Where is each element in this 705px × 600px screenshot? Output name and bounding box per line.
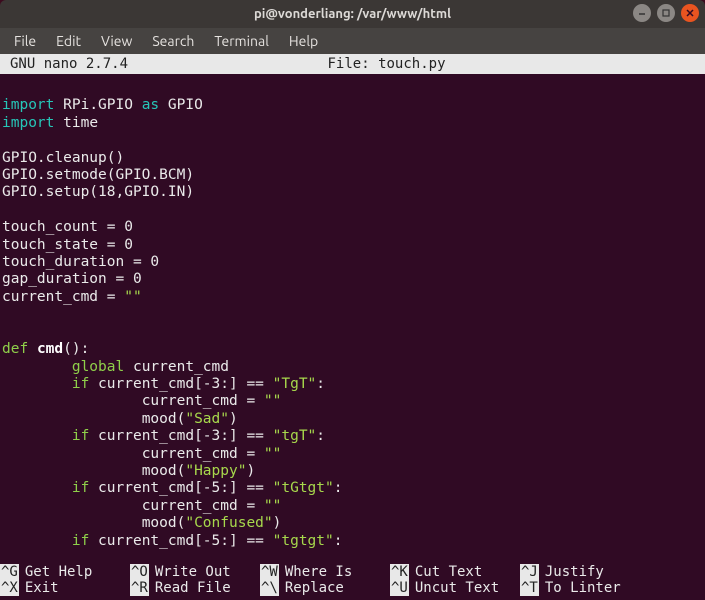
- terminal-window: pi@vonderliang: /var/www/html File Edit …: [0, 0, 705, 600]
- footer-row: ^G Get Help ^O Write Out ^W Where Is ^K Cut Tex…: [0, 564, 705, 580]
- maximize-icon: [662, 9, 670, 17]
- code-line: touch_state = 0: [0, 237, 705, 254]
- shortcut-label: Uncut Text: [415, 580, 499, 596]
- menu-edit[interactable]: Edit: [46, 30, 91, 52]
- close-icon: [686, 9, 694, 17]
- code-line: touch_duration = 0: [0, 254, 705, 271]
- minimize-icon: [638, 9, 646, 17]
- minimize-button[interactable]: [633, 4, 651, 22]
- code-line: [0, 80, 705, 97]
- code-line: global current_cmd: [0, 359, 705, 376]
- nano-footer: ^G Get Help ^O Write Out ^W Where Is ^K Cut Tex…: [0, 564, 705, 600]
- footer-row: ^X Exit ^R Read File ^\ Replace ^U Uncut Text ^T…: [0, 580, 705, 596]
- code-line: [0, 202, 705, 219]
- footer-shortcut: ^R Read File: [130, 580, 260, 596]
- footer-shortcut: ^W Where Is: [260, 564, 390, 580]
- footer-shortcut: ^G Get Help: [0, 564, 130, 580]
- titlebar: pi@vonderliang: /var/www/html: [0, 0, 705, 28]
- code-line: if current_cmd[-5:] == "tgtgt":: [0, 533, 705, 550]
- footer-shortcut: ^U Uncut Text: [390, 580, 520, 596]
- code-line: GPIO.setmode(GPIO.BCM): [0, 167, 705, 184]
- window-title: pi@vonderliang: /var/www/html: [0, 7, 705, 21]
- menu-terminal[interactable]: Terminal: [204, 30, 279, 52]
- menubar: File Edit View Search Terminal Help: [0, 28, 705, 54]
- footer-shortcut: ^J Justify: [520, 564, 650, 580]
- shortcut-label: Write Out: [155, 564, 231, 580]
- footer-shortcut: ^X Exit: [0, 580, 130, 596]
- code-line: if current_cmd[-3:] == "tgT":: [0, 428, 705, 445]
- code-line: current_cmd = "": [0, 393, 705, 410]
- window-controls: [633, 4, 699, 22]
- code-line: mood("Sad"): [0, 411, 705, 428]
- shortcut-label: Where Is: [285, 564, 352, 580]
- code-line: current_cmd = "": [0, 498, 705, 515]
- code-line: mood("Happy"): [0, 463, 705, 480]
- shortcut-key: ^J: [520, 564, 539, 580]
- shortcut-key: ^G: [0, 564, 19, 580]
- menu-help[interactable]: Help: [279, 30, 328, 52]
- shortcut-label: Get Help: [25, 564, 92, 580]
- footer-shortcut: ^\ Replace: [260, 580, 390, 596]
- shortcut-label: Justify: [545, 564, 604, 580]
- code-line: if current_cmd[-3:] == "TgT":: [0, 376, 705, 393]
- code-line: current_cmd = "": [0, 289, 705, 306]
- footer-shortcut: ^O Write Out: [130, 564, 260, 580]
- shortcut-key: ^R: [130, 580, 149, 596]
- code-line: def cmd():: [0, 341, 705, 358]
- shortcut-label: Read File: [155, 580, 231, 596]
- code-line: current_cmd = "": [0, 446, 705, 463]
- shortcut-label: Exit: [25, 580, 59, 596]
- editor-area[interactable]: import RPi.GPIO as GPIOimport time GPIO.…: [0, 74, 705, 564]
- shortcut-key: ^T: [520, 580, 539, 596]
- code-line: [0, 306, 705, 323]
- code-line: import RPi.GPIO as GPIO: [0, 97, 705, 114]
- code-line: GPIO.cleanup(): [0, 150, 705, 167]
- shortcut-key: ^O: [130, 564, 149, 580]
- code-line: if current_cmd[-5:] == "tGtgt":: [0, 480, 705, 497]
- shortcut-key: ^K: [390, 564, 409, 580]
- shortcut-key: ^U: [390, 580, 409, 596]
- menu-view[interactable]: View: [91, 30, 142, 52]
- shortcut-label: Replace: [285, 580, 344, 596]
- menu-search[interactable]: Search: [142, 30, 204, 52]
- code-line: [0, 132, 705, 149]
- code-line: gap_duration = 0: [0, 271, 705, 288]
- shortcut-label: To Linter: [545, 580, 621, 596]
- footer-shortcut: ^T To Linter: [520, 580, 650, 596]
- close-button[interactable]: [681, 4, 699, 22]
- code-line: import time: [0, 115, 705, 132]
- maximize-button[interactable]: [657, 4, 675, 22]
- code-line: mood("Confused"): [0, 515, 705, 532]
- code-line: touch_count = 0: [0, 219, 705, 236]
- shortcut-key: ^X: [0, 580, 19, 596]
- code-line: [0, 324, 705, 341]
- nano-file-label: File: touch.py: [68, 56, 705, 72]
- shortcut-key: ^W: [260, 564, 279, 580]
- code-line: GPIO.setup(18,GPIO.IN): [0, 184, 705, 201]
- menu-file[interactable]: File: [4, 30, 46, 52]
- footer-shortcut: ^K Cut Text: [390, 564, 520, 580]
- nano-header: GNU nano 2.7.4 File: touch.py: [0, 54, 705, 74]
- shortcut-key: ^\: [260, 580, 279, 596]
- shortcut-label: Cut Text: [415, 564, 482, 580]
